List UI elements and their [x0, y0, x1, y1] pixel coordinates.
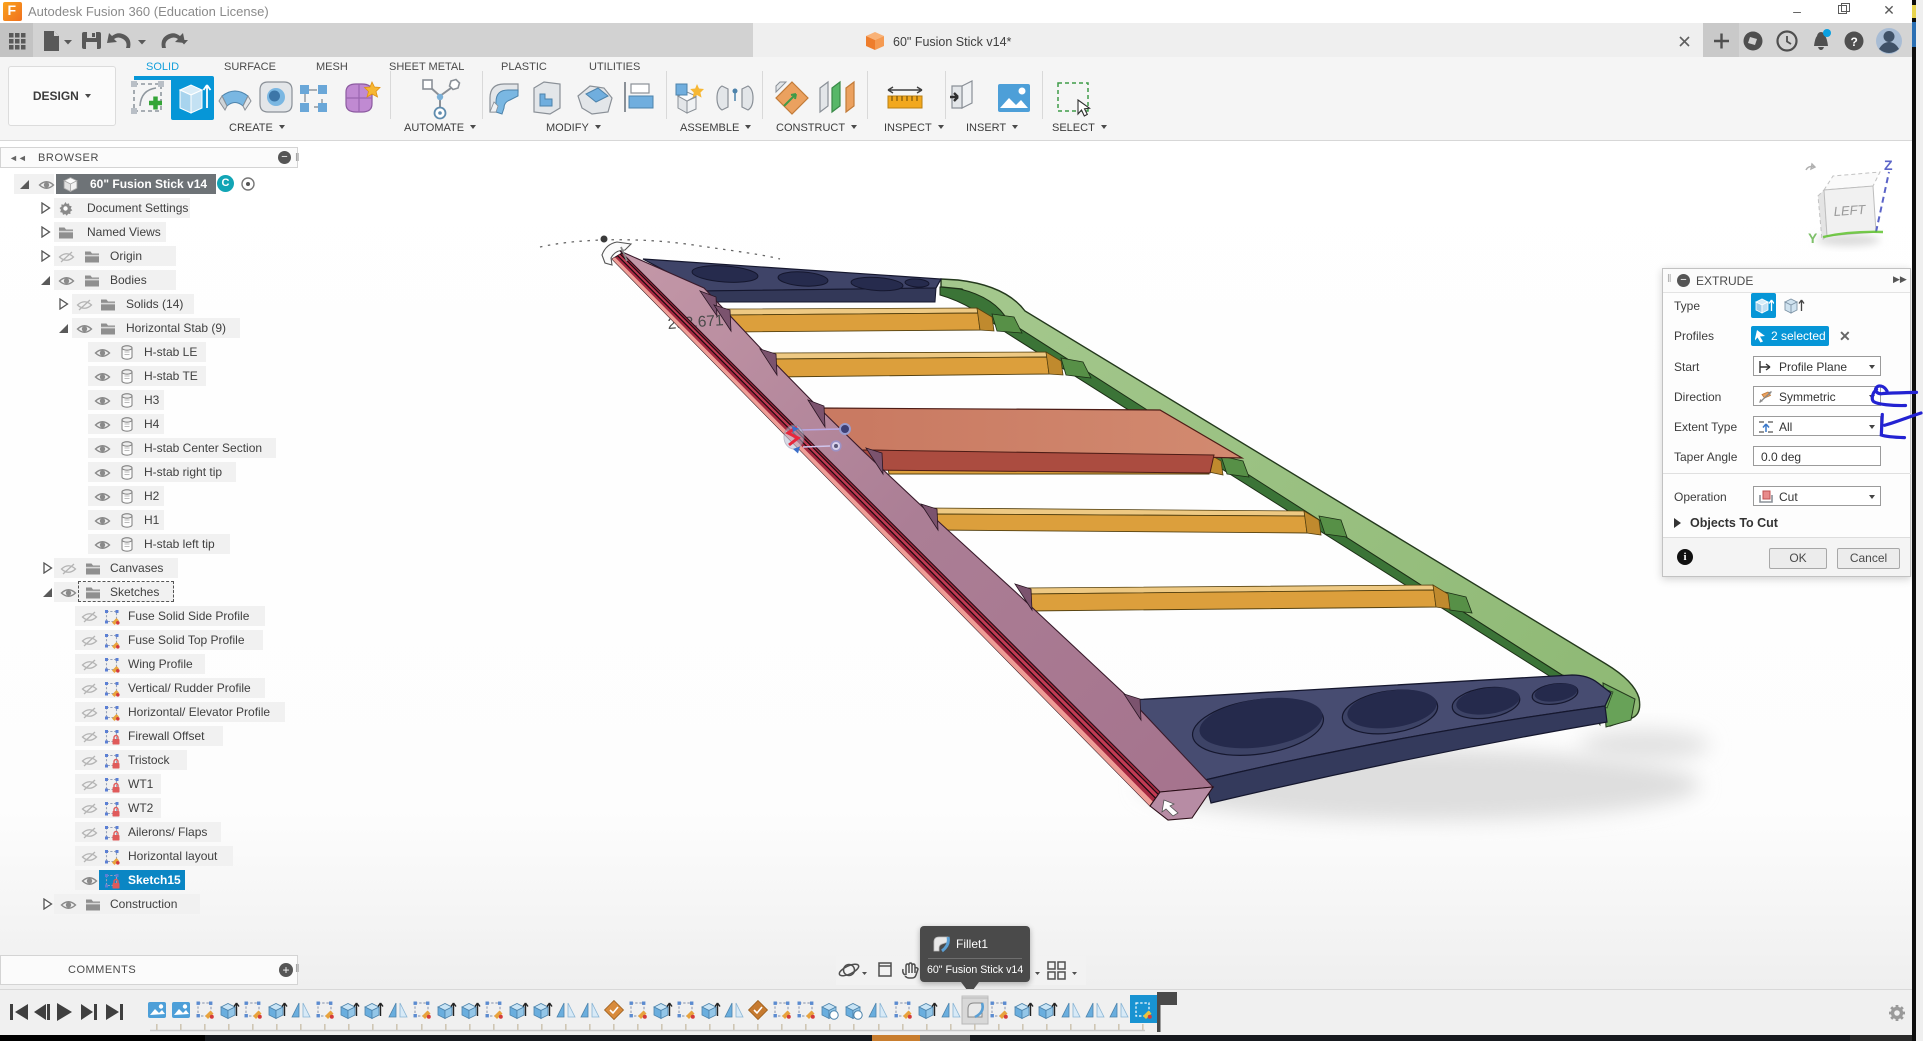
svg-text:?: ? [1851, 35, 1858, 49]
svg-text:60" Fusion Stick v14*: 60" Fusion Stick v14* [893, 35, 1012, 49]
svg-text:Z: Z [1884, 157, 1893, 173]
svg-text:LEFT: LEFT [1833, 202, 1867, 219]
svg-text:Y: Y [1808, 230, 1818, 246]
